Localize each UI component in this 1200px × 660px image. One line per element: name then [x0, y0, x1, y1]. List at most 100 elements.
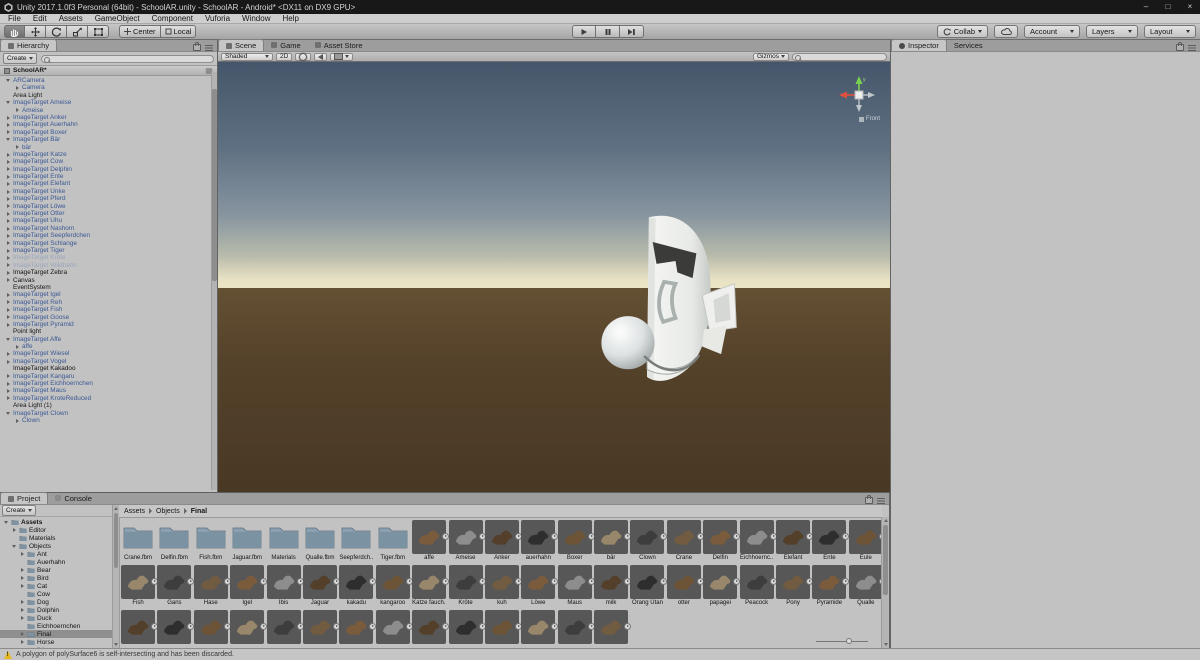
- hierarchy-item[interactable]: ImageTarget Kröte: [0, 254, 217, 261]
- disclosure-closed-icon[interactable]: [5, 227, 11, 231]
- project-create-button[interactable]: Create: [2, 505, 36, 516]
- pause-button[interactable]: [596, 25, 620, 38]
- hierarchy-item[interactable]: ImageTarget Vogel: [0, 358, 217, 365]
- scene-header-row[interactable]: SchoolAR*: [0, 66, 217, 76]
- disclosure-closed-icon[interactable]: [14, 419, 20, 423]
- disclosure-closed-icon[interactable]: [5, 204, 11, 208]
- layout-dropdown[interactable]: Layout: [1144, 25, 1196, 38]
- status-bar[interactable]: A polygon of polySurface6 is self-inters…: [0, 648, 1200, 660]
- orientation-gizmo[interactable]: y: [836, 74, 882, 116]
- folder-row[interactable]: Duck: [0, 614, 112, 622]
- tab-project[interactable]: Project: [0, 492, 48, 504]
- disclosure-closed-icon[interactable]: [5, 360, 11, 364]
- asset-item[interactable]: Clown: [630, 520, 664, 565]
- asset-folder[interactable]: Fish.fbm: [194, 520, 228, 565]
- step-button[interactable]: [620, 25, 644, 38]
- disclosure-closed-icon[interactable]: [5, 382, 11, 386]
- folder-row[interactable]: Bear: [0, 566, 112, 574]
- hierarchy-item[interactable]: ImageTarget KroteReduced: [0, 395, 217, 402]
- rect-tool-button[interactable]: [88, 25, 109, 38]
- tab-console[interactable]: Console: [48, 492, 99, 504]
- folder-row[interactable]: Dolphin: [0, 606, 112, 614]
- asset-item[interactable]: Maus: [558, 565, 592, 610]
- hierarchy-item[interactable]: Point light: [0, 328, 217, 335]
- hierarchy-item[interactable]: ImageTarget Nashorn: [0, 225, 217, 232]
- asset-item[interactable]: [339, 610, 373, 648]
- folder-row[interactable]: Final: [0, 630, 112, 638]
- hierarchy-item[interactable]: Area Light (1): [0, 402, 217, 409]
- asset-item[interactable]: Ibis: [267, 565, 301, 610]
- scroll-down-icon[interactable]: [884, 643, 888, 646]
- asset-folder[interactable]: Qualle.fbm: [303, 520, 337, 565]
- hierarchy-item[interactable]: Clown: [0, 417, 217, 424]
- close-button[interactable]: ×: [1184, 1, 1196, 13]
- folder-row[interactable]: Dog: [0, 598, 112, 606]
- disclosure-closed-icon[interactable]: [5, 323, 11, 327]
- asset-item[interactable]: kuh: [485, 565, 519, 610]
- disclosure-closed-icon[interactable]: [14, 345, 20, 349]
- hierarchy-item[interactable]: Ameise: [0, 107, 217, 114]
- asset-item[interactable]: milk: [594, 565, 628, 610]
- cloud-button[interactable]: [994, 25, 1018, 38]
- hierarchy-item[interactable]: ImageTarget Bär: [0, 136, 217, 143]
- asset-item[interactable]: [412, 610, 446, 648]
- asset-item[interactable]: Katze fauch..: [412, 565, 446, 610]
- panel-menu-icon[interactable]: [877, 498, 885, 504]
- hierarchy-create-button[interactable]: Create: [3, 53, 37, 64]
- disclosure-closed-icon[interactable]: [5, 271, 11, 275]
- asset-item[interactable]: Fish: [121, 565, 155, 610]
- asset-item[interactable]: [194, 610, 228, 648]
- breadcrumb-assets[interactable]: Assets: [124, 508, 145, 515]
- disclosure-closed-icon[interactable]: [19, 584, 25, 588]
- scene-viewport[interactable]: y Front: [218, 62, 890, 492]
- hierarchy-item[interactable]: ImageTarget Anker: [0, 114, 217, 121]
- folder-row[interactable]: Materials: [0, 534, 112, 542]
- disclosure-closed-icon[interactable]: [5, 256, 11, 260]
- disclosure-closed-icon[interactable]: [5, 278, 11, 282]
- hierarchy-item[interactable]: ImageTarget Wiesel: [0, 350, 217, 357]
- asset-item[interactable]: [558, 610, 592, 648]
- scroll-down-icon[interactable]: [114, 643, 118, 646]
- hierarchy-item[interactable]: ImageTarget Löwe: [0, 203, 217, 210]
- asset-item[interactable]: Pyramide: [812, 565, 846, 610]
- thumbnail-size-slider[interactable]: [816, 638, 868, 645]
- disclosure-open-icon[interactable]: [5, 101, 11, 104]
- breadcrumb-objects[interactable]: Objects: [156, 508, 180, 515]
- hand-tool-button[interactable]: [4, 25, 25, 38]
- asset-item[interactable]: [303, 610, 337, 648]
- space-toggle-button[interactable]: Local: [161, 25, 197, 38]
- disclosure-closed-icon[interactable]: [19, 616, 25, 620]
- asset-folder[interactable]: Tiger.fbm: [376, 520, 410, 565]
- disclosure-closed-icon[interactable]: [19, 608, 25, 612]
- asset-item[interactable]: Hase: [194, 565, 228, 610]
- hierarchy-item[interactable]: ImageTarget Cow: [0, 158, 217, 165]
- breadcrumb-final[interactable]: Final: [191, 508, 207, 515]
- gizmos-dropdown[interactable]: Gizmos: [753, 53, 789, 61]
- hierarchy-item[interactable]: ImageTarget Zebra: [0, 269, 217, 276]
- disclosure-open-icon[interactable]: [5, 138, 11, 141]
- account-dropdown[interactable]: Account: [1024, 25, 1080, 38]
- tab-inspector[interactable]: Inspector: [891, 39, 947, 51]
- lock-icon[interactable]: [865, 497, 873, 504]
- hierarchy-item[interactable]: ARCamera: [0, 77, 217, 84]
- menu-window[interactable]: Window: [236, 14, 276, 24]
- hierarchy-item[interactable]: ImageTarget Delphin: [0, 166, 217, 173]
- asset-item[interactable]: Löwe: [521, 565, 555, 610]
- effects-dropdown[interactable]: [330, 53, 353, 61]
- asset-folder[interactable]: Jaguar.fbm: [230, 520, 264, 565]
- hierarchy-item[interactable]: Canvas: [0, 277, 217, 284]
- panel-menu-icon[interactable]: [1188, 45, 1196, 51]
- menu-assets[interactable]: Assets: [53, 14, 89, 24]
- scroll-up-icon[interactable]: [114, 507, 118, 510]
- lock-icon[interactable]: [1176, 44, 1184, 51]
- asset-item[interactable]: [267, 610, 301, 648]
- disclosure-closed-icon[interactable]: [11, 528, 17, 532]
- folder-row[interactable]: Assets: [0, 518, 112, 526]
- hierarchy-item[interactable]: ImageTarget Kakadoo: [0, 365, 217, 372]
- maximize-button[interactable]: □: [1162, 1, 1174, 13]
- hierarchy-item[interactable]: Area Light: [0, 92, 217, 99]
- hierarchy-item[interactable]: affe: [0, 343, 217, 350]
- disclosure-closed-icon[interactable]: [5, 167, 11, 171]
- lock-icon[interactable]: [193, 44, 201, 51]
- menu-file[interactable]: File: [2, 14, 27, 24]
